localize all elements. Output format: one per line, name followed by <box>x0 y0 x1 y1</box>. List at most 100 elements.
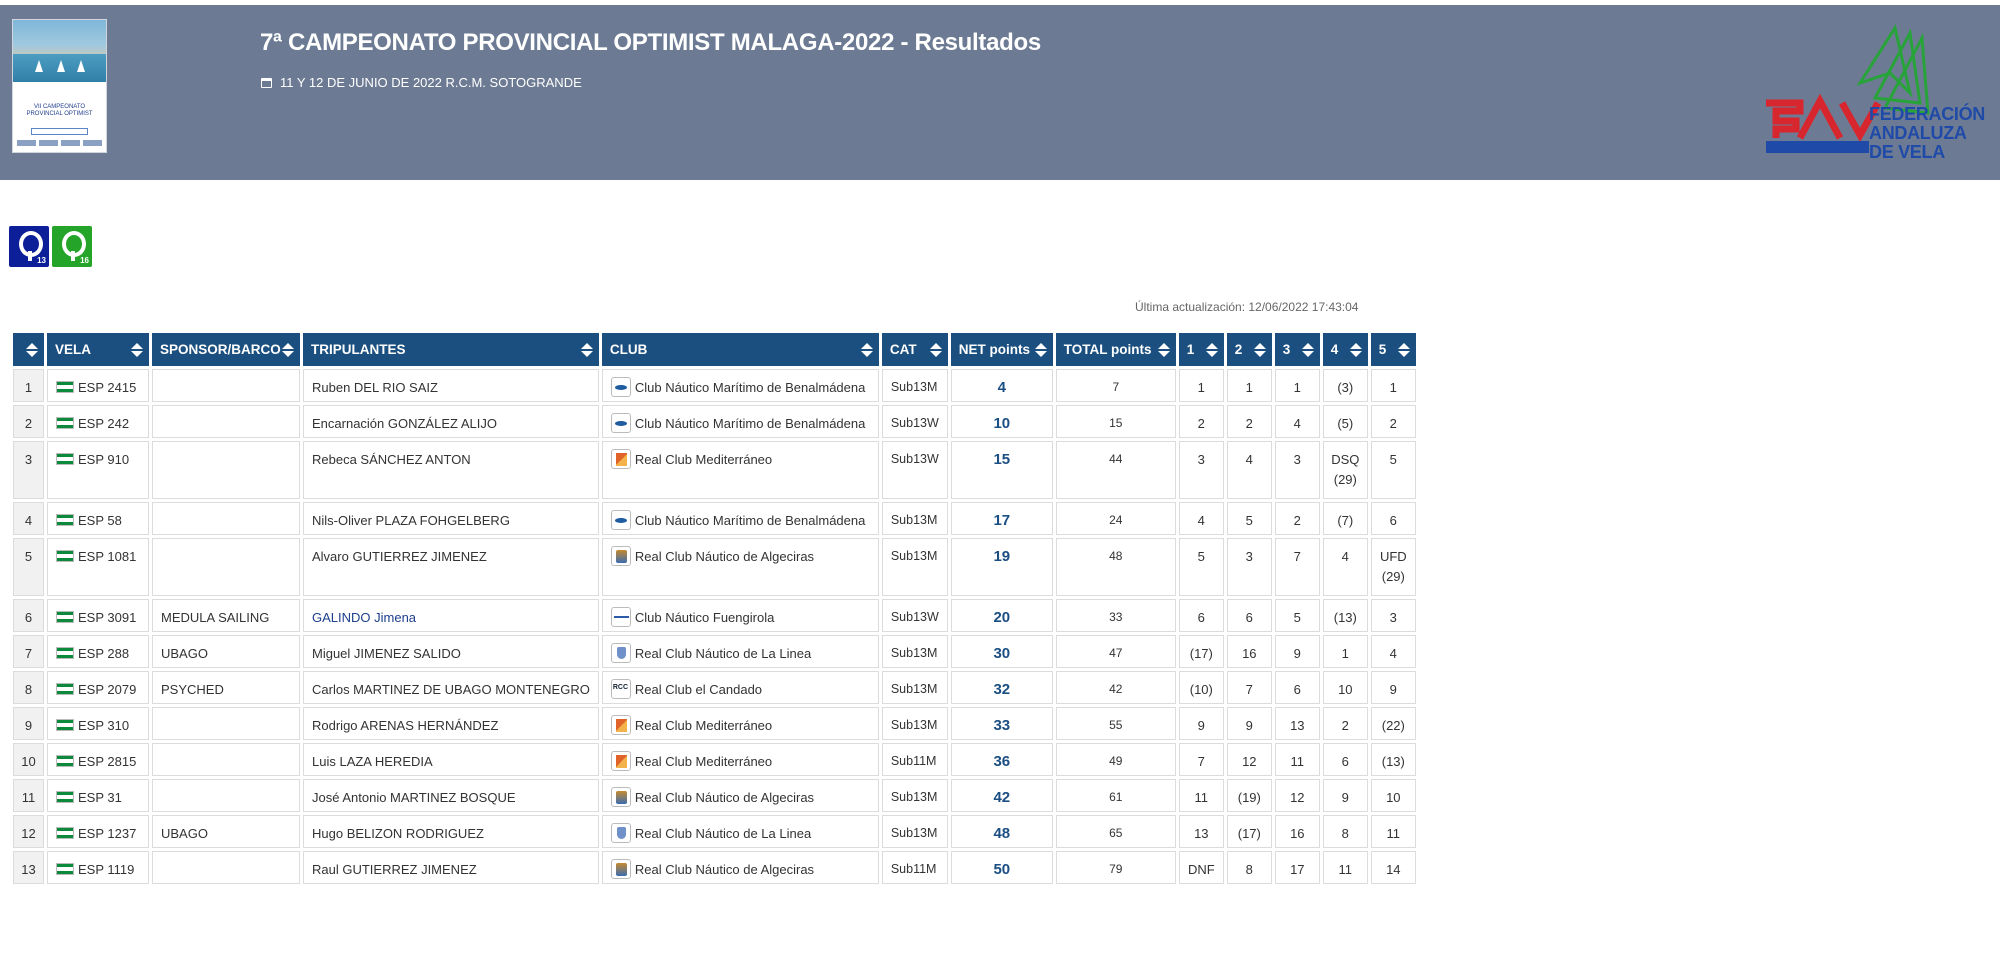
column-header-race-4[interactable]: 4 <box>1322 333 1368 366</box>
column-header-total-points[interactable]: TOTAL points <box>1055 333 1176 366</box>
cell-sail: ESP 1119 <box>47 851 149 884</box>
results-table-body: 1 ESP 2415 Ruben DEL RIO SAIZ Club Náutico … <box>13 369 1416 884</box>
table-row[interactable]: 1 ESP 2415 Ruben DEL RIO SAIZ Club Náutico … <box>13 369 1416 402</box>
cell-race-5: (22) <box>1370 707 1416 740</box>
cell-category: Sub13W <box>881 405 948 438</box>
andalusia-flag-icon <box>56 791 74 803</box>
cell-crew: Rebeca SÁNCHEZ ANTON <box>303 441 599 499</box>
cell-race-4: (7) <box>1322 502 1368 535</box>
column-header-net-points[interactable]: NET points <box>950 333 1053 366</box>
column-header-race-3[interactable]: 3 <box>1274 333 1320 366</box>
event-dates-text: 11 Y 12 DE JUNIO DE 2022 R.C.M. SOTOGRAN… <box>280 75 582 90</box>
table-row[interactable]: 6 ESP 3091 MEDULA SAILING GALINDO Jimena Clu… <box>13 599 1416 632</box>
results-table: VELA SPONSOR/BARCO TRIPULANTES CLUB CAT … <box>10 330 1419 887</box>
column-header-race-5[interactable]: 5 <box>1370 333 1416 366</box>
column-header-vela[interactable]: VELA <box>47 333 149 366</box>
cell-sail: ESP 1237 <box>47 815 149 848</box>
table-row[interactable]: 3 ESP 910 Rebeca SÁNCHEZ ANTON Real Club Me… <box>13 441 1416 499</box>
club-name: Real Club el Candado <box>634 682 763 697</box>
table-row[interactable]: 8 ESP 2079 PSYCHED Carlos MARTINEZ DE UBAGO… <box>13 671 1416 704</box>
cell-sponsor: UBAGO <box>152 815 300 848</box>
federation-logo-line: ANDALUZA <box>1869 123 1967 143</box>
cell-race-2: 2 <box>1226 405 1272 438</box>
cell-race-4: 1 <box>1322 635 1368 668</box>
table-row[interactable]: 10 ESP 2815 Luis LAZA HEREDIA Real Club Med… <box>13 743 1416 776</box>
andalusia-flag-icon <box>56 863 74 875</box>
cell-race-5: 10 <box>1370 779 1416 812</box>
sort-icon <box>860 342 873 357</box>
cell-race-2: 12 <box>1226 743 1272 776</box>
cell-race-4: (5) <box>1322 405 1368 438</box>
cell-race-3: 1 <box>1274 369 1320 402</box>
club-logo-icon <box>610 642 631 663</box>
cell-total-points: 42 <box>1055 671 1176 704</box>
table-row[interactable]: 4 ESP 58 Nils-Oliver PLAZA FOHGELBERG Club … <box>13 502 1416 535</box>
table-row[interactable]: 5 ESP 1081 Alvaro GUTIERREZ JIMENEZ Real Cl… <box>13 538 1416 596</box>
cell-club: Real Club Mediterráneo <box>601 743 879 776</box>
column-header-cat[interactable]: CAT <box>881 333 948 366</box>
cell-club: Real Club Náutico de La Linea <box>601 815 879 848</box>
club-logo-icon <box>610 545 631 566</box>
table-row[interactable]: 2 ESP 242 Encarnación GONZÁLEZ ALIJO Club N… <box>13 405 1416 438</box>
cell-club: Real Club Mediterráneo <box>601 707 879 740</box>
column-header-tripulantes[interactable]: TRIPULANTES <box>303 333 599 366</box>
cell-race-3: 16 <box>1274 815 1320 848</box>
table-row[interactable]: 9 ESP 310 Rodrigo ARENAS HERNÁNDEZ Real Clu… <box>13 707 1416 740</box>
club-name: Real Club Mediterráneo <box>634 718 773 733</box>
cell-net-points: 50 <box>950 851 1053 884</box>
club-logo-icon <box>610 750 631 771</box>
cell-sponsor <box>152 707 300 740</box>
column-header-club[interactable]: CLUB <box>601 333 879 366</box>
cell-sail: ESP 1081 <box>47 538 149 596</box>
sort-icon <box>1301 342 1314 357</box>
cell-club: Real Club Mediterráneo <box>601 441 879 499</box>
sort-icon <box>1205 342 1218 357</box>
column-header-race-1[interactable]: 1 <box>1178 333 1224 366</box>
column-header-race-2[interactable]: 2 <box>1226 333 1272 366</box>
cell-total-points: 65 <box>1055 815 1176 848</box>
sort-icon <box>1157 342 1170 357</box>
federation-logo-line: DE VELA <box>1869 142 1945 162</box>
event-poster-image[interactable]: VII CAMPEONATO PROVINCIAL OPTIMIST <box>12 19 107 153</box>
cell-club: Club Náutico Marítimo de Benalmádena <box>601 502 879 535</box>
sail-number: ESP 310 <box>78 718 130 733</box>
cell-race-1: (17) <box>1178 635 1224 668</box>
crew-link[interactable]: GALINDO Jimena <box>312 610 416 625</box>
column-header-position[interactable] <box>13 333 44 366</box>
cell-position: 12 <box>13 815 44 848</box>
club-name: Real Club Náutico de Algeciras <box>634 862 815 877</box>
cell-total-points: 7 <box>1055 369 1176 402</box>
cell-race-3: 4 <box>1274 405 1320 438</box>
class-filter-button-13[interactable]: 13 <box>9 226 49 267</box>
cell-sponsor <box>152 538 300 596</box>
cell-race-3: 3 <box>1274 441 1320 499</box>
club-name: Real Club Náutico de Algeciras <box>634 549 815 564</box>
event-dates: 11 Y 12 DE JUNIO DE 2022 R.C.M. SOTOGRAN… <box>261 75 582 90</box>
table-row[interactable]: 7 ESP 288 UBAGO Miguel JIMENEZ SALIDO Real C… <box>13 635 1416 668</box>
class-filter-button-16[interactable]: 16 <box>52 226 92 267</box>
club-logo-icon <box>610 714 631 735</box>
club-name: Real Club Mediterráneo <box>634 754 773 769</box>
club-name: Club Náutico Marítimo de Benalmádena <box>634 380 866 395</box>
cell-category: Sub13M <box>881 815 948 848</box>
sail-number: ESP 1081 <box>78 549 137 564</box>
sail-number: ESP 2415 <box>78 380 137 395</box>
cell-race-2: 9 <box>1226 707 1272 740</box>
cell-race-4: (13) <box>1322 599 1368 632</box>
cell-position: 5 <box>13 538 44 596</box>
cell-race-3: 17 <box>1274 851 1320 884</box>
cell-net-points: 19 <box>950 538 1053 596</box>
cell-crew: Hugo BELIZON RODRIGUEZ <box>303 815 599 848</box>
cell-sponsor: UBAGO <box>152 635 300 668</box>
cell-net-points: 10 <box>950 405 1053 438</box>
andalusia-flag-icon <box>56 683 74 695</box>
cell-race-2: 5 <box>1226 502 1272 535</box>
cell-race-3: 6 <box>1274 671 1320 704</box>
column-header-sponsor[interactable]: SPONSOR/BARCO <box>152 333 300 366</box>
table-row[interactable]: 11 ESP 31 José Antonio MARTINEZ BOSQUE Real… <box>13 779 1416 812</box>
cell-net-points: 33 <box>950 707 1053 740</box>
cell-sail: ESP 2415 <box>47 369 149 402</box>
table-row[interactable]: 13 ESP 1119 Raul GUTIERREZ JIMENEZ Real Clu… <box>13 851 1416 884</box>
cell-race-5: 3 <box>1370 599 1416 632</box>
table-row[interactable]: 12 ESP 1237 UBAGO Hugo BELIZON RODRIGUEZ Rea… <box>13 815 1416 848</box>
